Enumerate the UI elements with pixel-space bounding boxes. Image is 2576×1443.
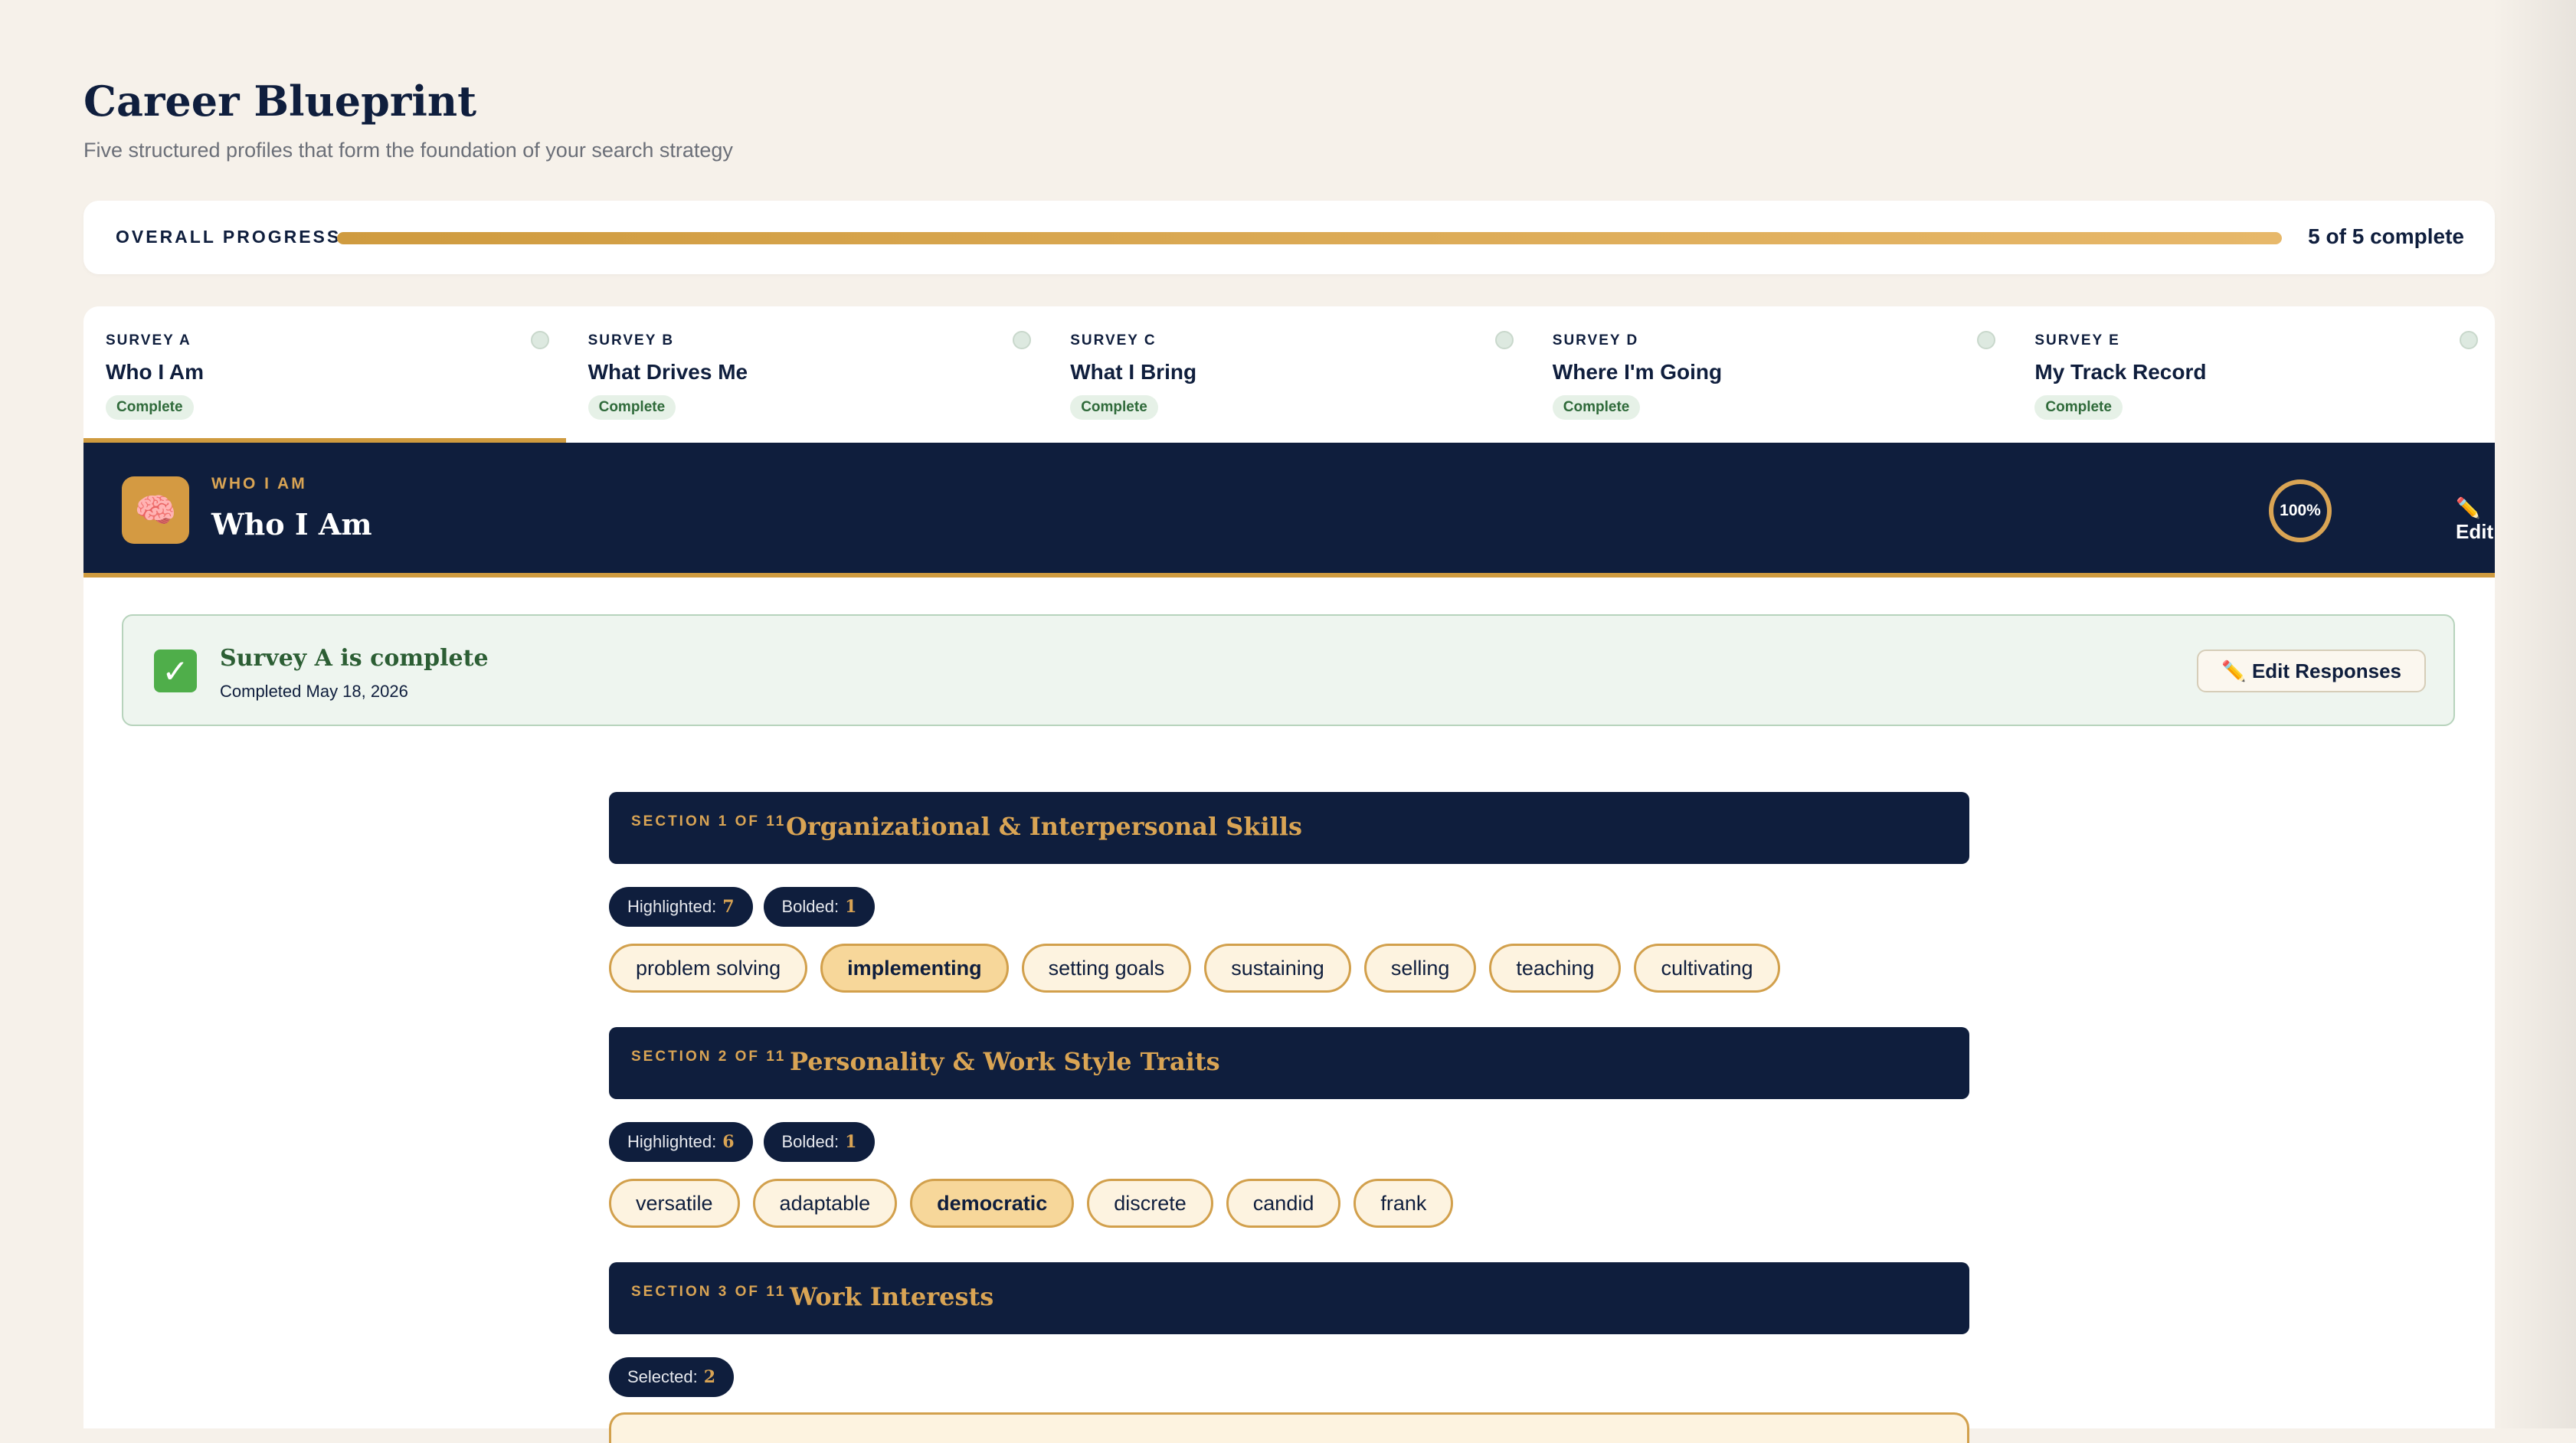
tab-survey-a[interactable]: SURVEY A Who I Am Complete — [83, 306, 566, 443]
section-title: Personality & Work Style Traits — [790, 1047, 1220, 1076]
selected-count: Selected: 2 — [609, 1357, 735, 1397]
chip[interactable]: implementing — [820, 944, 1009, 993]
tab-name: What Drives Me — [588, 360, 748, 384]
completion-banner: ✓ Survey A is complete Completed May 18,… — [122, 614, 2455, 726]
section-title: Organizational & Interpersonal Skills — [786, 812, 1303, 841]
progress-bar — [337, 232, 2282, 244]
tab-name: Who I Am — [106, 360, 205, 384]
tab-kicker: SURVEY C — [1070, 332, 1157, 348]
tab-survey-c[interactable]: SURVEY C What I Bring Complete — [1048, 306, 1530, 443]
tab-survey-d[interactable]: SURVEY D Where I'm Going Complete — [1530, 306, 2013, 443]
chip-list: versatile adaptable democratic discrete … — [609, 1179, 1454, 1228]
section-stats: Highlighted: 6 Bolded: 1 — [609, 1122, 876, 1162]
status-dot-icon — [1977, 331, 1996, 349]
chip[interactable]: teaching — [1489, 944, 1622, 993]
section-header: SECTION 3 OF 11 Work Interests — [609, 1262, 1969, 1334]
bolded-count: Bolded: 1 — [763, 1122, 876, 1162]
chip[interactable]: cultivating — [1634, 944, 1780, 993]
tab-survey-b[interactable]: SURVEY B What Drives Me Complete — [566, 306, 1049, 443]
chip[interactable]: setting goals — [1021, 944, 1192, 993]
check-icon: ✓ — [154, 650, 197, 692]
status-dot-icon — [2459, 331, 2478, 349]
status-badge: Complete — [106, 395, 194, 420]
chip[interactable]: frank — [1353, 1179, 1454, 1228]
tab-name: My Track Record — [2034, 360, 2207, 384]
survey-header: 🧠 WHO I AM Who I Am 100% ✏️ Edit — [83, 443, 2495, 578]
page-subtitle: Five structured profiles that form the f… — [83, 139, 733, 162]
status-dot-icon — [530, 331, 549, 349]
progress-label: OVERALL PROGRESS — [116, 227, 342, 247]
edge-shadow — [2492, 0, 2576, 1428]
chip[interactable]: sustaining — [1204, 944, 1351, 993]
chip[interactable]: adaptable — [752, 1179, 898, 1228]
survey-content: ✓ Survey A is complete Completed May 18,… — [83, 578, 2495, 1443]
progress-count: 5 of 5 complete — [2308, 224, 2464, 248]
section-title: Work Interests — [790, 1282, 994, 1311]
section-body — [609, 1412, 1969, 1443]
section-kicker: SECTION 3 OF 11 — [631, 1284, 787, 1300]
tab-survey-e[interactable]: SURVEY E My Track Record Complete — [2012, 306, 2495, 443]
overall-progress-card: OVERALL PROGRESS 5 of 5 complete — [83, 201, 2495, 274]
tab-name: Where I'm Going — [1552, 360, 1723, 384]
status-dot-icon — [1013, 331, 1032, 349]
section-kicker: SECTION 1 OF 11 — [631, 813, 787, 829]
section-kicker: SECTION 2 OF 11 — [631, 1049, 787, 1065]
progress-bar-fill — [337, 232, 2282, 244]
tab-kicker: SURVEY A — [106, 332, 191, 348]
status-badge: Complete — [1552, 395, 1641, 420]
section-header: SECTION 2 OF 11 Personality & Work Style… — [609, 1027, 1969, 1099]
tab-kicker: SURVEY E — [2034, 332, 2120, 348]
banner-title: Survey A is complete — [220, 645, 489, 672]
status-dot-icon — [1494, 331, 1514, 349]
page-title: Career Blueprint — [83, 77, 477, 126]
completion-ring: 100% — [2269, 479, 2332, 542]
status-badge: Complete — [588, 395, 676, 420]
survey-kicker: WHO I AM — [211, 475, 307, 492]
brain-icon: 🧠 — [122, 476, 189, 544]
section-header: SECTION 1 OF 11 Organizational & Interpe… — [609, 792, 1969, 864]
bolded-count: Bolded: 1 — [763, 887, 876, 927]
chip[interactable]: versatile — [609, 1179, 740, 1228]
chip[interactable]: selling — [1363, 944, 1477, 993]
chip-list: problem solving implementing setting goa… — [609, 944, 1780, 993]
section-stats: Selected: 2 — [609, 1357, 735, 1397]
tab-name: What I Bring — [1070, 360, 1197, 384]
section-stats: Highlighted: 7 Bolded: 1 — [609, 887, 876, 927]
edit-survey-button[interactable]: ✏️ Edit — [2456, 496, 2495, 544]
status-badge: Complete — [1070, 395, 1158, 420]
tab-kicker: SURVEY D — [1552, 332, 1639, 348]
edit-responses-button[interactable]: ✏️ Edit Responses — [2197, 650, 2426, 692]
survey-title: Who I Am — [211, 507, 372, 542]
highlighted-count: Highlighted: 7 — [609, 887, 753, 927]
highlighted-count: Highlighted: 6 — [609, 1122, 753, 1162]
status-badge: Complete — [2034, 395, 2123, 420]
completion-date: Completed May 18, 2026 — [220, 682, 408, 701]
survey-tabs: SURVEY A Who I Am Complete SURVEY B What… — [83, 306, 2495, 443]
chip[interactable]: democratic — [910, 1179, 1075, 1228]
chip[interactable]: discrete — [1087, 1179, 1213, 1228]
chip[interactable]: candid — [1226, 1179, 1341, 1228]
tab-kicker: SURVEY B — [588, 332, 675, 348]
chip[interactable]: problem solving — [609, 944, 808, 993]
